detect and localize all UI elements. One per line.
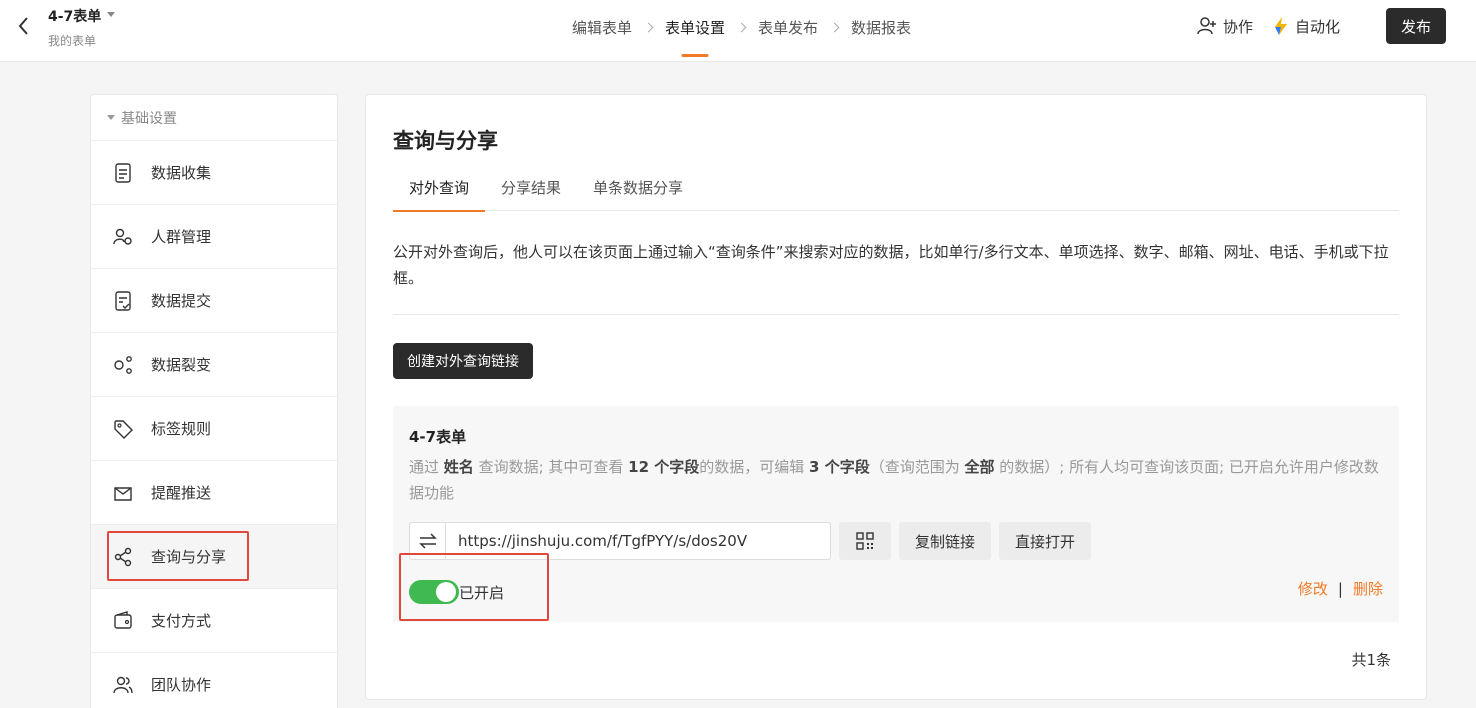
desc-query-field: 姓名 <box>443 458 474 476</box>
step-data-report[interactable]: 数据报表 <box>851 17 911 38</box>
total-count: 共1条 <box>1351 651 1391 669</box>
document-icon <box>113 162 133 183</box>
chevron-down-icon <box>107 11 116 17</box>
edit-link[interactable]: 修改 <box>1298 578 1328 599</box>
team-icon <box>113 675 133 695</box>
chevron-right-icon <box>829 22 840 33</box>
desc-text: （查询范围为 <box>869 458 965 476</box>
caret-down-icon <box>107 115 115 120</box>
create-query-link-button[interactable]: 创建对外查询链接 <box>393 343 533 379</box>
annotation-highlight-box <box>399 553 549 621</box>
sidebar-item-crowd-management[interactable]: 人群管理 <box>91 205 337 269</box>
divider <box>393 314 1399 315</box>
feature-description: 公开对外查询后，他人可以在该页面上通过输入“查询条件”来搜索对应的数据，比如单行… <box>393 243 1389 287</box>
wallet-icon <box>113 610 133 631</box>
automation-label: 自动化 <box>1294 17 1340 36</box>
collab-label: 协作 <box>1222 17 1253 36</box>
form-subtitle: 我的表单 <box>48 34 97 48</box>
step-form-publish[interactable]: 表单发布 <box>758 17 818 38</box>
back-icon[interactable] <box>14 14 34 38</box>
sidebar-item-query-share[interactable]: 查询与分享 <box>91 525 337 589</box>
desc-text: 的数据，可编辑 <box>699 458 810 476</box>
open-link-button[interactable]: 直接打开 <box>999 522 1091 560</box>
annotation-highlight-box <box>107 531 249 581</box>
qr-code-button[interactable] <box>839 522 891 560</box>
sidebar-item-data-collection[interactable]: 数据收集 <box>91 141 337 205</box>
sidebar-item-data-fission[interactable]: 数据裂变 <box>91 333 337 397</box>
page-title: 查询与分享 <box>393 129 498 153</box>
sidebar-item-data-submit[interactable]: 数据提交 <box>91 269 337 333</box>
submit-doc-icon <box>113 290 133 311</box>
card-title: 4-7表单 <box>409 428 467 446</box>
card-actions: 修改 | 删除 <box>1298 578 1383 599</box>
automation-button[interactable]: 自动化 <box>1273 16 1340 37</box>
sidebar-section-label: 基础设置 <box>121 110 177 127</box>
sidebar-item-payment[interactable]: 支付方式 <box>91 589 337 653</box>
sidebar-item-label: 人群管理 <box>151 228 212 246</box>
sidebar-item-team-collab[interactable]: 团队协作 <box>91 653 337 708</box>
sidebar-item-tag-rules[interactable]: 标签规则 <box>91 397 337 461</box>
sidebar-item-label: 数据收集 <box>151 164 212 182</box>
sidebar-item-label: 标签规则 <box>151 420 212 438</box>
fission-icon <box>113 355 133 375</box>
delete-link[interactable]: 删除 <box>1353 578 1383 599</box>
sidebar-item-label: 数据提交 <box>151 292 212 310</box>
chevron-right-icon <box>736 22 747 33</box>
sidebar-item-label: 团队协作 <box>151 676 212 694</box>
tab-single-data-share[interactable]: 单条数据分享 <box>577 177 699 211</box>
settings-sidebar: 基础设置 数据收集 人群管理 数据提交 数据裂变 标签规则 提醒推送 查询与分享… <box>90 94 338 708</box>
tab-share-results[interactable]: 分享结果 <box>485 177 577 211</box>
sidebar-item-label: 提醒推送 <box>151 484 212 502</box>
copy-link-button[interactable]: 复制链接 <box>899 522 991 560</box>
step-form-settings[interactable]: 表单设置 <box>665 17 725 38</box>
desc-text: 通过 <box>409 458 444 476</box>
lightning-icon <box>1274 17 1287 35</box>
form-title-text: 4-7表单 <box>48 9 102 25</box>
main-panel: 查询与分享 对外查询 分享结果 单条数据分享 公开对外查询后，他人可以在该页面上… <box>365 94 1427 700</box>
query-link-card: 4-7表单 通过 姓名 查询数据; 其中可查看 12 个字段的数据，可编辑 3 … <box>393 406 1399 622</box>
desc-text: 查询数据; 其中可查看 <box>473 458 629 476</box>
collab-button[interactable]: 协作 <box>1197 16 1253 37</box>
desc-view-count: 12 个字段 <box>628 458 700 476</box>
sidebar-item-label: 数据裂变 <box>151 356 212 374</box>
enable-toggle-row: 已开启 <box>399 553 549 621</box>
chevron-right-icon <box>643 22 654 33</box>
desc-scope: 全部 <box>964 458 995 476</box>
add-user-icon <box>1197 17 1216 35</box>
user-settings-icon <box>113 227 133 247</box>
desc-edit-count: 3 个字段 <box>809 458 870 476</box>
sidebar-section-basic[interactable]: 基础设置 <box>91 95 337 141</box>
sidebar-item-reminder-push[interactable]: 提醒推送 <box>91 461 337 525</box>
tab-bar: 对外查询 分享结果 单条数据分享 <box>393 177 1399 212</box>
header-actions: 协作 自动化 发布 <box>1197 8 1446 44</box>
tab-external-query[interactable]: 对外查询 <box>393 177 486 212</box>
publish-button[interactable]: 发布 <box>1386 8 1446 44</box>
push-icon <box>113 483 133 503</box>
tag-icon <box>113 419 133 439</box>
link-url-text: https://jinshuju.com/f/TgfPYY/s/dos20V <box>458 532 748 550</box>
step-edit-form[interactable]: 编辑表单 <box>572 17 632 38</box>
sidebar-item-label: 支付方式 <box>151 612 212 630</box>
form-title[interactable]: 4-7表单 <box>48 6 116 26</box>
card-description: 通过 姓名 查询数据; 其中可查看 12 个字段的数据，可编辑 3 个字段（查询… <box>409 454 1389 506</box>
step-nav: 编辑表单 表单设置 表单发布 数据报表 <box>572 17 911 38</box>
top-header: 4-7表单 我的表单 编辑表单 表单设置 表单发布 数据报表 协作 自动化 发布 <box>0 0 1476 62</box>
qr-code-icon <box>856 532 874 550</box>
action-separator: | <box>1337 579 1343 598</box>
